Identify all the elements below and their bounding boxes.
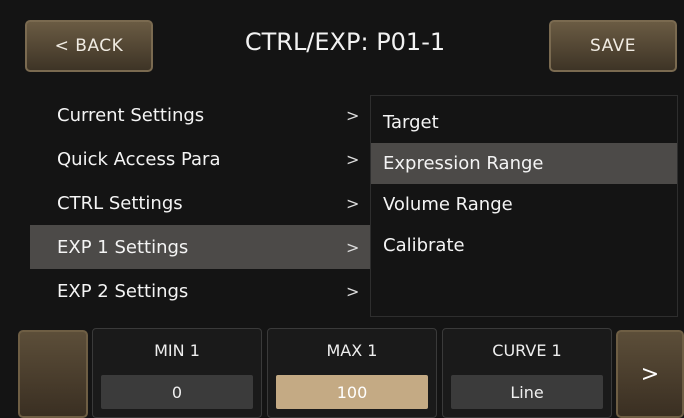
param-min-value[interactable]: 0 [101,375,253,409]
menu-item-current-settings[interactable]: Current Settings > [30,93,370,137]
param-min[interactable]: MIN 1 0 [92,328,262,418]
back-button[interactable]: < BACK [25,20,153,72]
prev-page-button[interactable] [18,330,88,418]
param-max[interactable]: MAX 1 100 [267,328,437,418]
parameter-bar: MIN 1 0 MAX 1 100 CURVE 1 Line > [0,326,684,418]
param-curve-value[interactable]: Line [451,375,603,409]
param-curve-label: CURVE 1 [492,341,562,360]
page-title: CTRL/EXP: P01-1 [244,28,446,56]
param-max-value[interactable]: 100 [276,375,428,409]
menu-item-label: CTRL Settings [57,192,183,214]
chevron-right-icon: > [346,105,360,125]
menu-item-label: Current Settings [57,104,205,126]
chevron-right-icon: > [346,281,360,301]
chevron-right-icon: > [346,193,360,213]
menu-item-label: Quick Access Para [57,148,221,170]
param-min-label: MIN 1 [154,341,200,360]
save-button[interactable]: SAVE [549,20,677,72]
param-max-label: MAX 1 [326,341,378,360]
menu-item-label: EXP 1 Settings [57,236,189,258]
menu-item-ctrl-settings[interactable]: CTRL Settings > [30,181,370,225]
menu-item-exp2-settings[interactable]: EXP 2 Settings > [30,269,370,313]
screen: < BACK CTRL/EXP: P01-1 SAVE Current Sett… [0,0,684,418]
chevron-right-icon: > [346,237,360,257]
submenu-item-expression-range[interactable]: Expression Range [371,143,677,184]
menu-item-quick-access-para[interactable]: Quick Access Para > [30,137,370,181]
submenu: Target Expression Range Volume Range Cal… [370,95,678,317]
submenu-item-calibrate[interactable]: Calibrate [371,225,677,266]
submenu-item-volume-range[interactable]: Volume Range [371,184,677,225]
menu-item-exp1-settings[interactable]: EXP 1 Settings > [30,225,370,269]
chevron-right-icon: > [640,361,660,387]
main-menu: Current Settings > Quick Access Para > C… [30,93,370,315]
param-curve[interactable]: CURVE 1 Line [442,328,612,418]
submenu-item-target[interactable]: Target [371,102,677,143]
next-page-button[interactable]: > [616,330,684,418]
chevron-right-icon: > [346,149,360,169]
menu-item-label: EXP 2 Settings [57,280,189,302]
